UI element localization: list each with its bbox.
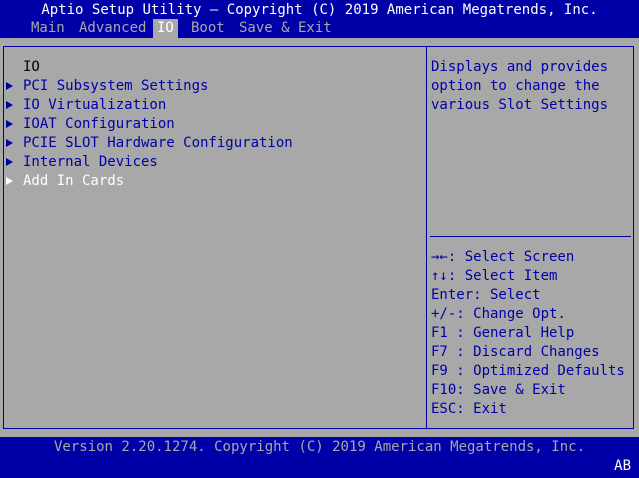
menu-entry-pcie-slot-hardware[interactable]: PCIE SLOT Hardware Configuration [6, 134, 424, 153]
submenu-arrow-icon [6, 101, 13, 109]
key-hint-select-item: ↑↓: Select Item [431, 268, 558, 284]
help-text: Displays and provides option to change t… [431, 59, 609, 113]
menu-entry-add-in-cards[interactable]: Add In Cards [6, 172, 424, 191]
menu-entry-io-virtualization[interactable]: IO Virtualization [6, 96, 424, 115]
tab-boot[interactable]: Boot [187, 19, 229, 38]
menu-entry-label: IOAT Configuration [23, 116, 175, 132]
menu-bar: Main Advanced IO Boot Save & Exit [0, 19, 639, 38]
version-footer: Version 2.20.1274. Copyright (C) 2019 Am… [53, 439, 585, 455]
key-legend: →←: Select Screen ↑↓: Select Item Enter:… [431, 248, 631, 419]
menu-entry-ioat-configuration[interactable]: IOAT Configuration [6, 115, 424, 134]
help-divider [430, 236, 631, 237]
page-heading: IO [23, 59, 40, 75]
menu-entry-pci-subsystem[interactable]: PCI Subsystem Settings [6, 77, 424, 96]
key-hint-enter: Enter: Select [431, 287, 541, 303]
main-panel: IO PCI Subsystem Settings IO Virtualizat… [0, 38, 639, 437]
key-hint-defaults: F9 : Optimized Defaults [431, 363, 625, 379]
submenu-arrow-icon [6, 177, 13, 185]
menu-entry-label: PCI Subsystem Settings [23, 78, 209, 94]
tab-advanced[interactable]: Advanced [75, 19, 150, 38]
key-hint-save-exit: F10: Save & Exit [431, 382, 566, 398]
menu-entry-label: IO Virtualization [23, 97, 167, 113]
bios-screen: Aptio Setup Utility – Copyright (C) 2019… [0, 0, 639, 478]
key-hint-general-help: F1 : General Help [431, 325, 575, 341]
key-hint-exit: ESC: Exit [431, 401, 507, 417]
submenu-arrow-icon [6, 158, 13, 166]
settings-list: IO PCI Subsystem Settings IO Virtualizat… [6, 58, 424, 191]
menu-entry-label: Internal Devices [23, 154, 158, 170]
tab-io[interactable]: IO [153, 19, 178, 38]
tab-save-exit[interactable]: Save & Exit [235, 19, 336, 38]
menu-entry-label: PCIE SLOT Hardware Configuration [23, 135, 293, 151]
menu-entry-internal-devices[interactable]: Internal Devices [6, 153, 424, 172]
corner-code: AB [614, 458, 631, 474]
submenu-arrow-icon [6, 120, 13, 128]
key-hint-discard: F7 : Discard Changes [431, 344, 600, 360]
submenu-arrow-icon [6, 139, 13, 147]
title-bar: Aptio Setup Utility – Copyright (C) 2019… [41, 2, 598, 18]
tab-main[interactable]: Main [27, 19, 69, 38]
page-heading-row: IO [6, 58, 424, 77]
menu-entry-label: Add In Cards [23, 173, 125, 189]
key-hint-select-screen: →←: Select Screen [431, 249, 575, 265]
key-hint-change-opt: +/-: Change Opt. [431, 306, 566, 322]
submenu-arrow-icon [6, 82, 13, 90]
panel-divider [426, 46, 427, 429]
